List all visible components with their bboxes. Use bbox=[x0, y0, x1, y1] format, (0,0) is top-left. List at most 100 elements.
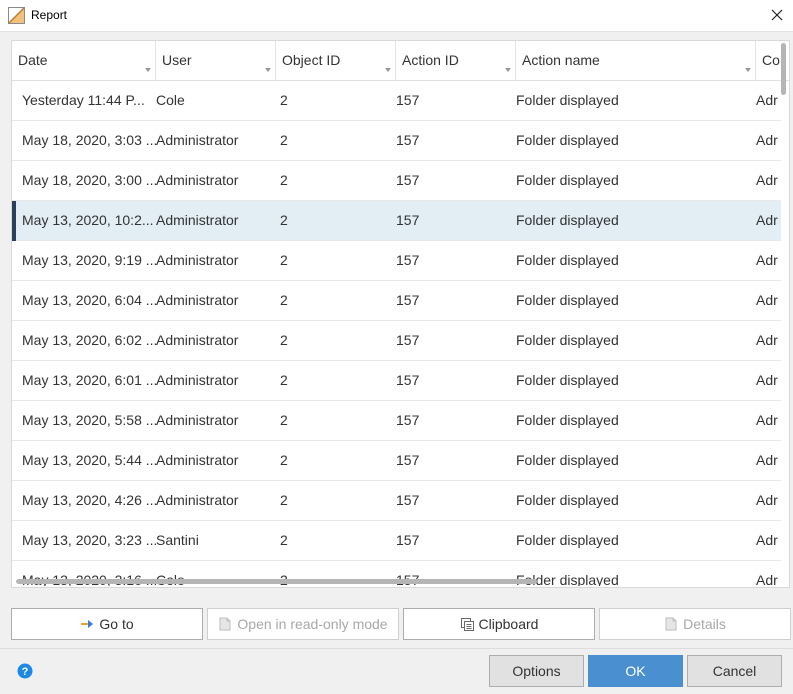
cell-action-name: Folder displayed bbox=[516, 212, 619, 228]
cell-user: Cole bbox=[156, 92, 185, 108]
column-header-action_name[interactable]: Action name bbox=[516, 41, 756, 81]
cell-computer: Adr bbox=[756, 92, 778, 108]
cell-action-name: Folder displayed bbox=[516, 292, 619, 308]
cell-object-id: 2 bbox=[280, 332, 288, 348]
column-header-date[interactable]: Date bbox=[12, 41, 156, 81]
ok-button[interactable]: OK bbox=[588, 655, 683, 687]
svg-text:?: ? bbox=[22, 666, 29, 678]
cell-action-id: 157 bbox=[396, 452, 420, 468]
cell-date: May 13, 2020, 9:19 ... bbox=[22, 252, 156, 268]
cell-object-id: 2 bbox=[280, 452, 288, 468]
open-readonly-button[interactable]: Open in read-only mode bbox=[207, 608, 399, 640]
cell-date: May 13, 2020, 6:02 ... bbox=[22, 332, 156, 348]
cell-computer: Adr bbox=[756, 332, 778, 348]
filter-dropdown-icon[interactable] bbox=[383, 65, 393, 75]
cell-action-id: 157 bbox=[396, 372, 420, 388]
cell-date: May 13, 2020, 6:01 ... bbox=[22, 372, 156, 388]
cell-action-name: Folder displayed bbox=[516, 92, 619, 108]
cell-action-id: 157 bbox=[396, 412, 420, 428]
cell-object-id: 2 bbox=[280, 532, 288, 548]
cell-computer: Adr bbox=[756, 132, 778, 148]
cell-object-id: 2 bbox=[280, 492, 288, 508]
cell-user: Administrator bbox=[156, 212, 239, 228]
options-button[interactable]: Options bbox=[489, 655, 584, 687]
goto-label: Go to bbox=[99, 616, 134, 632]
grid-header: Date User Object ID Action ID Action name Co bbox=[12, 41, 789, 81]
table-row[interactable]: May 13, 2020, 10:2... Administrator 2 157 Fo… bbox=[12, 201, 781, 241]
clipboard-button[interactable]: Clipboard bbox=[403, 608, 595, 640]
close-icon[interactable] bbox=[764, 4, 790, 28]
column-header-label: Date bbox=[18, 52, 48, 68]
cell-action-name: Folder displayed bbox=[516, 132, 619, 148]
column-header-label: Action name bbox=[522, 52, 600, 68]
cell-date: May 18, 2020, 3:00 ... bbox=[22, 172, 156, 188]
cell-date: May 13, 2020, 5:58 ... bbox=[22, 412, 156, 428]
cell-action-name: Folder displayed bbox=[516, 252, 619, 268]
cell-date: May 13, 2020, 10:2... bbox=[22, 212, 154, 228]
cell-user: Administrator bbox=[156, 372, 239, 388]
horizontal-scrollbar[interactable] bbox=[16, 579, 537, 584]
cell-user: Administrator bbox=[156, 292, 239, 308]
table-row[interactable]: May 13, 2020, 5:58 ... Administrator 2 157 F… bbox=[12, 401, 781, 441]
table-row[interactable]: May 13, 2020, 6:01 ... Administrator 2 157 F… bbox=[12, 361, 781, 401]
grid-body: Yesterday 11:44 P... Cole 2 157 Folder displ… bbox=[12, 81, 781, 586]
open-readonly-label: Open in read-only mode bbox=[237, 616, 388, 632]
column-header-label: Object ID bbox=[282, 52, 341, 68]
column-header-user[interactable]: User bbox=[156, 41, 276, 81]
goto-arrow-icon bbox=[81, 620, 94, 628]
clipboard-icon bbox=[460, 618, 474, 631]
cell-computer: Adr bbox=[756, 372, 778, 388]
filter-dropdown-icon[interactable] bbox=[503, 65, 513, 75]
cell-user: Administrator bbox=[156, 332, 239, 348]
cell-computer: Adr bbox=[756, 532, 778, 548]
cell-object-id: 2 bbox=[280, 172, 288, 188]
goto-button[interactable]: Go to bbox=[11, 608, 203, 640]
table-row[interactable]: May 13, 2020, 4:26 ... Administrator 2 157 F… bbox=[12, 481, 781, 521]
table-row[interactable]: May 13, 2020, 5:44 ... Administrator 2 157 F… bbox=[12, 441, 781, 481]
vertical-scrollbar[interactable] bbox=[781, 43, 786, 95]
details-document-icon bbox=[665, 617, 677, 631]
cell-action-name: Folder displayed bbox=[516, 332, 619, 348]
cell-action-name: Folder displayed bbox=[516, 532, 619, 548]
help-icon[interactable]: ? bbox=[17, 663, 33, 679]
clipboard-label: Clipboard bbox=[478, 616, 539, 632]
table-row[interactable]: May 13, 2020, 3:23 ... Santini 2 157 Folder … bbox=[12, 521, 781, 561]
cell-action-id: 157 bbox=[396, 492, 420, 508]
cell-action-id: 157 bbox=[396, 332, 420, 348]
details-button[interactable]: Details bbox=[599, 608, 791, 640]
cell-computer: Adr bbox=[756, 412, 778, 428]
cell-action-id: 157 bbox=[396, 292, 420, 308]
cell-computer: Adr bbox=[756, 252, 778, 268]
cancel-button[interactable]: Cancel bbox=[687, 655, 782, 687]
cell-object-id: 2 bbox=[280, 412, 288, 428]
filter-dropdown-icon[interactable] bbox=[143, 65, 153, 75]
column-header-label: Co bbox=[762, 52, 780, 68]
cell-action-name: Folder displayed bbox=[516, 452, 619, 468]
window-title: Report bbox=[31, 8, 68, 22]
cell-date: Yesterday 11:44 P... bbox=[22, 92, 145, 108]
table-row[interactable]: May 13, 2020, 6:04 ... Administrator 2 157 F… bbox=[12, 281, 781, 321]
cell-user: Santini bbox=[156, 532, 199, 548]
cell-action-id: 157 bbox=[396, 92, 420, 108]
filter-dropdown-icon[interactable] bbox=[743, 65, 753, 75]
cell-action-id: 157 bbox=[396, 212, 420, 228]
cell-user: Administrator bbox=[156, 252, 239, 268]
cell-date: May 18, 2020, 3:03 ... bbox=[22, 132, 156, 148]
selection-marker bbox=[12, 201, 16, 241]
column-header-label: Action ID bbox=[402, 52, 459, 68]
cell-computer: Adr bbox=[756, 492, 778, 508]
table-row[interactable]: May 13, 2020, 9:19 ... Administrator 2 157 F… bbox=[12, 241, 781, 281]
table-row[interactable]: Yesterday 11:44 P... Cole 2 157 Folder displ… bbox=[12, 81, 781, 121]
cell-action-id: 157 bbox=[396, 532, 420, 548]
table-row[interactable]: May 18, 2020, 3:03 ... Administrator 2 157 F… bbox=[12, 121, 781, 161]
column-header-object_id[interactable]: Object ID bbox=[276, 41, 396, 81]
filter-dropdown-icon[interactable] bbox=[263, 65, 273, 75]
cell-computer: Adr bbox=[756, 172, 778, 188]
cell-object-id: 2 bbox=[280, 252, 288, 268]
table-row[interactable]: May 13, 2020, 6:02 ... Administrator 2 157 F… bbox=[12, 321, 781, 361]
cell-action-name: Folder displayed bbox=[516, 172, 619, 188]
column-header-action_id[interactable]: Action ID bbox=[396, 41, 516, 81]
cell-object-id: 2 bbox=[280, 372, 288, 388]
cancel-label: Cancel bbox=[712, 663, 757, 679]
table-row[interactable]: May 18, 2020, 3:00 ... Administrator 2 157 F… bbox=[12, 161, 781, 201]
